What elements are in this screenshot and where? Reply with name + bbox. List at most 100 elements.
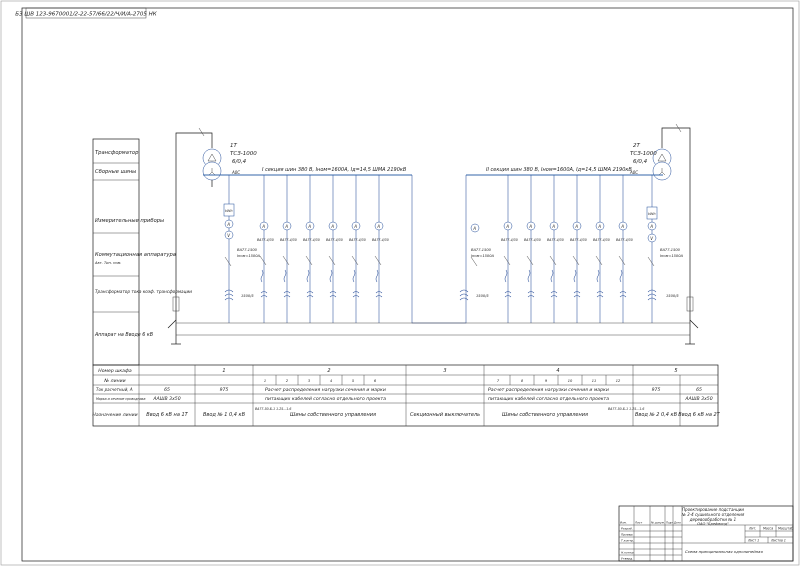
feeder-breaker-label: ВА77-4/30 [257, 238, 274, 242]
feeder-breaker-label: ВА77-4/30 [593, 238, 610, 242]
stamp-col-3: № докум. [650, 521, 665, 525]
label-switching-sub: Авт. Тип. ном. [94, 261, 122, 265]
label-switching: Коммутационная аппаратура [95, 252, 176, 258]
stamp-subtitle: Схема принципиальная однолинейная [685, 549, 764, 554]
purpose-sectional: Секционный выключатель [410, 412, 480, 418]
feeder-breaker-label: ВА77-4/30 [303, 238, 320, 242]
label-busbars: Сборные шины [95, 169, 136, 175]
row-header-line: № линии [103, 378, 125, 384]
feeder-breaker-label: ВА77-4/30 [524, 238, 541, 242]
label-transformer: Трансформатор [95, 150, 139, 156]
incomer-1-breaker-type: ВА77-1500 [237, 248, 258, 252]
bus-2-label: II секция шин 380 В, Iном=1600А, Iд=14,5… [486, 167, 632, 173]
feeder-ammeter-label: A [597, 224, 601, 229]
feeder-ammeter-label: A [551, 224, 555, 229]
cabinet-5: 5 [674, 368, 677, 374]
stamp-head-scale: Масштаб [778, 527, 793, 531]
current-hv-left: 65 [164, 387, 170, 393]
incomer-1-ammeter: A [226, 222, 230, 227]
line-number: 12 [616, 379, 621, 383]
cable-right: ААШВ 3х50 [684, 396, 712, 402]
purpose-note-right: ВА77-50-Б-1 1.25...1.6 [608, 407, 644, 411]
stamp-sheet: Лист 1 [747, 539, 759, 543]
incomer-1-voltmeter: V [227, 233, 230, 238]
feeder-ammeter-label: A [505, 224, 509, 229]
t1-neutral: А0С [231, 170, 240, 175]
sectional-ammeter: A [472, 226, 476, 231]
cabinet-2: 2 [327, 368, 330, 374]
t2-name: 2Т [633, 143, 640, 149]
feeder-note-1-left: Расчет распределения нагрузки сечения и … [265, 387, 386, 393]
purpose-incomer-1: Ввод № 1 0,4 кВ [203, 412, 246, 418]
sectional-ct: 1500/5 [476, 294, 489, 298]
incomer-2-ct: 1500/5 [666, 294, 679, 298]
incomer-2-kwh: kWh [648, 212, 655, 216]
feeder-ammeter-label: A [261, 224, 265, 229]
feeder-note-1-right: Расчет распределения нагрузки сечения и … [488, 387, 609, 393]
stamp-head-lit: Лит. [748, 527, 756, 531]
feeder-note-2-left: питающих кабелей согласно отдельного про… [265, 396, 386, 402]
incomer-2-breaker-rating: Iном=1500А [660, 254, 683, 258]
purpose-incomer-2: Ввод № 2 0,4 кВ [635, 412, 678, 418]
bus-1-label: I секция шин 380 В, Iном=1600А, Iд=14,5 … [262, 167, 407, 173]
feeder-breaker-label: ВА77-4/30 [616, 238, 633, 242]
incomer-2-ammeter: A [649, 224, 653, 229]
t2-model: ТСЗ-1000 [630, 151, 657, 157]
incomer-1-ct: 1500/5 [241, 294, 254, 298]
feeder-breaker-label: ВА77-4/30 [547, 238, 564, 242]
sectional-breaker-rating: Iном=1500А [471, 254, 494, 258]
feeder-breaker-label: ВА77-4/30 [280, 238, 297, 242]
purpose-aux-right: Шины собственного управления [502, 412, 588, 418]
stamp-col-2: Лист [634, 521, 642, 525]
cabinet-1: 1 [222, 368, 225, 374]
incomer-2-voltmeter: V [650, 236, 653, 241]
label-meters: Измерительные приборы [95, 218, 164, 224]
single-line-diagram-sheet: БЗ ШВ 123-9670001/2-22-57/66/22/Ч/И/А-27… [0, 0, 800, 566]
feeder-ammeter-label: A [376, 224, 380, 229]
feeder-ammeter-label: A [353, 224, 357, 229]
line-number: 11 [592, 379, 597, 383]
row-header-purpose: Назначение линии [92, 412, 137, 418]
feeder-breaker-label: ВА77-4/30 [349, 238, 366, 242]
feeder-breaker-label: ВА77-4/30 [372, 238, 389, 242]
purpose-aux-left: Шины собственного управления [290, 412, 376, 418]
cabinet-3: 3 [443, 368, 446, 374]
cabinet-4: 4 [556, 368, 559, 374]
stamp-role-4: Н.контр. [621, 551, 634, 555]
purpose-hv-right: Ввод 6 кВ на 2Т [678, 412, 720, 418]
cable-left: ААШВ 3х50 [152, 396, 180, 402]
stamp-role-2: Провер. [621, 533, 634, 537]
stamp-col-1: Изм. [620, 521, 627, 525]
row-header-current: Ток расчетный, А [96, 387, 133, 392]
stamp-col-4: Подп. [666, 521, 674, 525]
feeder-note-2-right: питающих кабелей согласно отдельного про… [488, 396, 609, 402]
purpose-hv-left: Ввод 6 кВ на 1Т [146, 412, 188, 418]
stamp-col-5: Дата [673, 521, 681, 525]
t1-name: 1Т [230, 143, 237, 149]
label-hv: Аппарат на Вводе 6 кВ [94, 332, 153, 338]
stamp-role-3: Т.контр. [621, 539, 634, 543]
stamp-sheets: Листов 1 [770, 539, 786, 543]
current-hv-right: 65 [696, 387, 702, 393]
feeder-ammeter-label: A [528, 224, 532, 229]
doc-code: БЗ ШВ 123-9670001/2-22-57/66/22/Ч/И/А-27… [15, 12, 158, 18]
sectional-breaker-type: ВА77-1500 [471, 248, 492, 252]
incomer-1-breaker-rating: Iном=1500А [237, 254, 260, 258]
current-lv-left: 975 [220, 387, 229, 393]
stamp-title-4: ОАО "Бреймонд" [697, 522, 729, 526]
stamp-head-mass: Масса [763, 527, 773, 531]
t1-model: ТСЗ-1000 [230, 151, 257, 157]
feeder-ammeter-label: A [330, 224, 334, 229]
feeder-breaker-label: ВА77-4/30 [570, 238, 587, 242]
purpose-note-left: ВА77-50-Б-1 1.25...1.6 [255, 407, 291, 411]
current-lv-right: 975 [652, 387, 661, 393]
incomer-2-breaker-type: ВА77-1500 [660, 248, 681, 252]
t2-ratio: 6/0,4 [633, 159, 648, 165]
line-number: 1 [264, 379, 266, 383]
feeder-breaker-label: ВА77-4/30 [326, 238, 343, 242]
label-ct: Трансформатор тока коэф. трансформации [95, 289, 192, 294]
line-number: 10 [568, 379, 573, 383]
feeder-ammeter-label: A [574, 224, 578, 229]
feeder-ammeter-label: A [284, 224, 288, 229]
t1-ratio: 6/0,4 [232, 159, 247, 165]
